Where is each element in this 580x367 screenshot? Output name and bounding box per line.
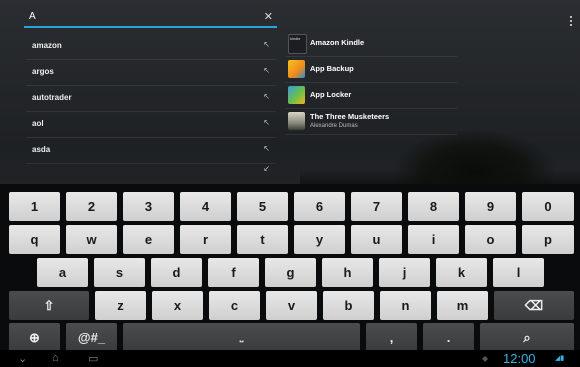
space-icon: ⎵ [239,332,244,342]
suggestion-label: argos [32,67,54,76]
key-6[interactable]: 6 [294,192,345,221]
arrow-up-left-icon[interactable]: ↖ [263,92,270,101]
key-h[interactable]: h [322,258,373,287]
symbols-label: @#_ [77,330,106,345]
key-g[interactable]: g [265,258,316,287]
key-a[interactable]: a [37,258,88,287]
app-name: App Backup [310,64,354,73]
search-key[interactable]: ⌕ [480,323,574,352]
key-c[interactable]: c [209,291,260,320]
suggestion-item[interactable]: aol ↖ [26,112,276,138]
app-item-backup[interactable]: App Backup [285,57,457,83]
suggestion-label: amazon [32,41,62,50]
suggestion-label: asda [32,145,51,154]
globe-icon: ⊕ [29,329,40,345]
key-7[interactable]: 7 [351,192,402,221]
app-name: Amazon Kindle [310,38,365,47]
shift-key[interactable]: ⇧ [9,291,89,320]
suggestion-list: amazon ↖ argos ↖ autotrader ↖ aol ↖ asda… [26,34,276,174]
space-key[interactable]: ⎵ [123,323,360,352]
search-query: A [29,11,36,22]
search-input[interactable]: A ✕ [24,8,277,28]
notification-icon: ◆ [482,354,489,363]
app-locker-icon [288,86,305,104]
suggestion-item[interactable]: argos ↖ [26,60,276,86]
key-4[interactable]: 4 [180,192,231,221]
backspace-key[interactable]: ⌫ [494,291,574,320]
suggestion-label: aol [32,119,44,128]
key-o[interactable]: o [465,225,516,254]
key-8[interactable]: 8 [408,192,459,221]
arrow-up-left-icon[interactable]: ↖ [263,118,270,127]
key-p[interactable]: p [522,225,574,254]
signal-battery-icon: ◢▮ [555,355,565,362]
system-navigation-bar: ⌄ ⌂ ▭ ◆ 12:00 ◢▮ [0,350,580,367]
app-name: App Locker [310,90,352,99]
symbols-key[interactable]: @#_ [66,323,117,352]
suggestion-item[interactable]: amazon ↖ [26,34,276,60]
book-title: The Three Musketeers [310,112,390,121]
close-icon[interactable]: ✕ [264,10,273,23]
home-icon[interactable]: ⌂ [52,352,59,364]
key-z[interactable]: z [95,291,146,320]
app-item-book[interactable]: The Three Musketeers Alexandre Dumas [285,109,457,135]
book-author: Alexandre Dumas [310,123,358,129]
key-w[interactable]: w [66,225,117,254]
key-5[interactable]: 5 [237,192,288,221]
key-e[interactable]: e [123,225,174,254]
language-key[interactable]: ⊕ [9,323,60,352]
key-j[interactable]: j [379,258,430,287]
key-y[interactable]: y [294,225,345,254]
arrow-up-left-icon[interactable]: ↙ [263,164,270,173]
key-d[interactable]: d [151,258,202,287]
suggestion-item[interactable]: asda ↖ [26,138,276,164]
key-r[interactable]: r [180,225,231,254]
suggestion-item[interactable]: autotrader ↖ [26,86,276,112]
key-m[interactable]: m [437,291,488,320]
arrow-up-left-icon[interactable]: ↖ [263,66,270,75]
overflow-menu-icon[interactable] [570,16,573,28]
key-x[interactable]: x [152,291,203,320]
key-1[interactable]: 1 [9,192,60,221]
recent-apps-icon[interactable]: ▭ [88,352,98,365]
key-9[interactable]: 9 [465,192,516,221]
app-item-kindle[interactable]: Amazon Kindle [285,31,457,57]
soft-keyboard: 1 2 3 4 5 6 7 8 9 0 q w e r t y u i o p … [0,184,580,352]
key-v[interactable]: v [266,291,317,320]
key-q[interactable]: q [9,225,60,254]
suggestion-item-partial[interactable]: ↙ [26,164,276,174]
key-s[interactable]: s [94,258,145,287]
shift-icon: ⇧ [43,297,55,313]
backspace-icon: ⌫ [524,297,544,313]
period-key[interactable]: . [423,323,474,352]
app-backup-icon [288,60,305,78]
key-0[interactable]: 0 [522,192,574,221]
app-results-list: Amazon Kindle App Backup App Locker The … [285,31,457,135]
search-icon: ⌕ [523,329,531,345]
arrow-up-left-icon[interactable]: ↖ [263,40,270,49]
arrow-up-left-icon[interactable]: ↖ [263,144,270,153]
book-cover-icon [288,112,305,130]
clock: 12:00 [503,351,536,366]
key-f[interactable]: f [208,258,259,287]
key-i[interactable]: i [408,225,459,254]
key-k[interactable]: k [436,258,487,287]
key-l[interactable]: l [493,258,544,287]
kindle-icon [288,34,307,54]
key-t[interactable]: t [237,225,288,254]
key-3[interactable]: 3 [123,192,174,221]
suggestion-label: autotrader [32,93,72,102]
app-item-locker[interactable]: App Locker [285,83,457,109]
back-icon[interactable]: ⌄ [18,352,27,365]
key-b[interactable]: b [323,291,374,320]
key-2[interactable]: 2 [66,192,117,221]
key-n[interactable]: n [380,291,431,320]
comma-key[interactable]: , [366,323,417,352]
key-u[interactable]: u [351,225,402,254]
